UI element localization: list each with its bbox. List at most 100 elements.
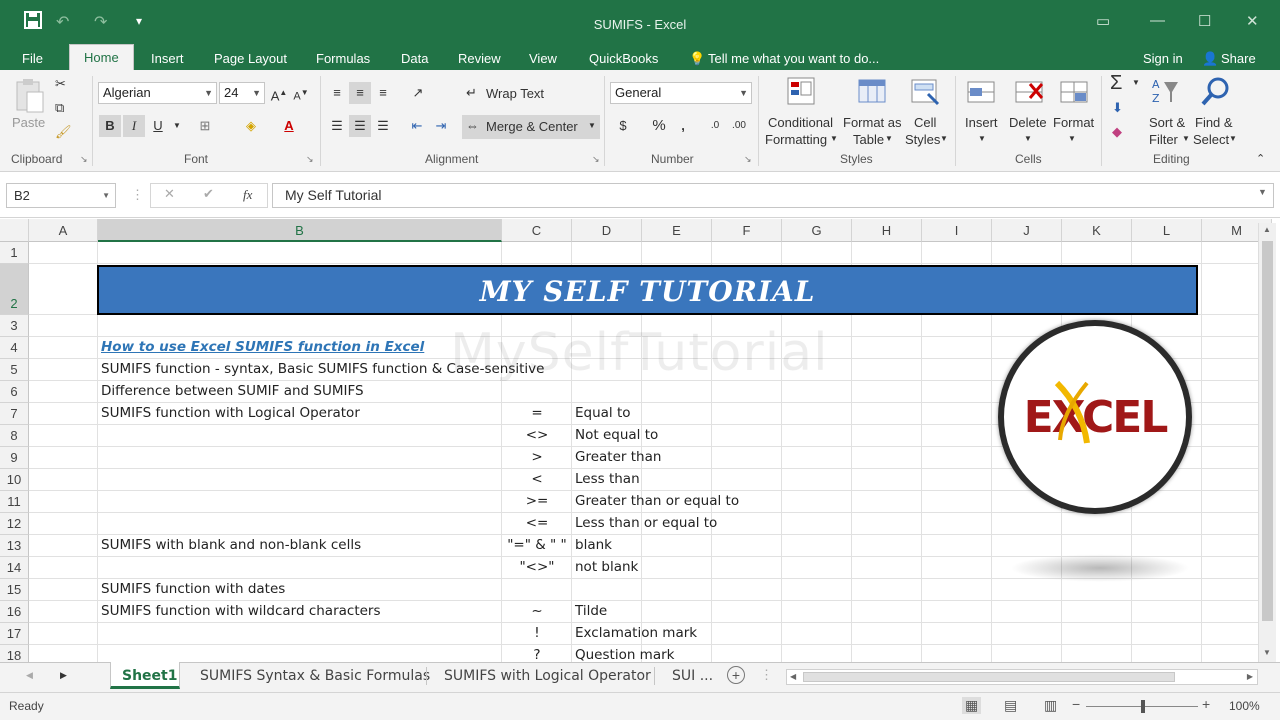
align-center-icon[interactable]: ☰ [349,115,371,137]
cell-c14[interactable]: "<>" [502,559,572,575]
font-color-icon[interactable]: A [278,115,300,137]
sign-in-link[interactable]: Sign in [1143,48,1183,70]
cell-d16[interactable]: Tilde [575,603,607,619]
tab-quickbooks[interactable]: QuickBooks [589,48,658,70]
row-header-13[interactable]: 13 [0,535,29,557]
tab-formulas[interactable]: Formulas [316,48,370,70]
copy-icon[interactable]: ⧉ [55,100,64,116]
tab-file[interactable]: File [22,48,43,70]
cancel-icon[interactable]: ✕ [164,186,175,202]
row-header-16[interactable]: 16 [0,601,29,623]
conditional-formatting-label-2[interactable]: Formatting [765,132,827,147]
autosum-icon[interactable]: Σ [1110,72,1122,95]
tab-logical-operator[interactable]: SUMIFS with Logical Operator [444,663,651,689]
close-icon[interactable]: ✕ [1246,12,1259,30]
align-bottom-icon[interactable]: ≡ [372,82,394,104]
cell-c17[interactable]: ! [502,625,572,641]
row-header-8[interactable]: 8 [0,425,29,447]
ribbon-display-icon[interactable]: ▭ [1096,12,1110,30]
column-header-h[interactable]: H [852,219,922,242]
fill-color-icon[interactable]: ◈ [240,115,262,137]
cell-c10[interactable]: < [502,471,572,487]
banner-title[interactable]: MY SELF TUTORIAL [97,265,1198,315]
number-format-select[interactable]: General ▼ [610,82,752,104]
cell-b13[interactable]: SUMIFS with blank and non-blank cells [101,537,361,553]
font-launcher-icon[interactable]: ↘ [306,154,314,165]
number-launcher-icon[interactable]: ↘ [744,154,752,165]
column-header-f[interactable]: F [712,219,782,242]
shrink-font-icon[interactable]: A▼ [290,82,312,104]
prev-sheet-icon[interactable]: ◀ [26,670,33,681]
cell-c18[interactable]: ? [502,647,572,662]
column-header-k[interactable]: K [1062,219,1132,242]
scroll-down-icon[interactable]: ▼ [1263,648,1271,657]
tab-data[interactable]: Data [401,48,428,70]
cell-styles-label[interactable]: Cell [914,115,936,130]
cell-c7[interactable]: = [502,405,572,421]
cell-d9[interactable]: Greater than [575,449,661,465]
cell-b6[interactable]: Difference between SUMIF and SUMIFS [101,383,364,399]
currency-button[interactable]: $ [612,115,634,137]
horizontal-scrollbar[interactable]: ◀ ▶ [786,669,1258,685]
cell-c9[interactable]: > [502,449,572,465]
align-left-icon[interactable]: ☰ [326,115,348,137]
next-sheet-icon[interactable]: ▶ [60,670,67,681]
clipboard-launcher-icon[interactable]: ↘ [80,154,88,165]
cell-c11[interactable]: >= [502,493,572,509]
cell-styles-label-2[interactable]: Styles [905,132,940,147]
select-all-corner[interactable] [0,219,29,242]
cell-b15[interactable]: SUMIFS function with dates [101,581,285,597]
tab-home[interactable]: Home [69,44,134,70]
format-as-table-label[interactable]: Format as [843,115,902,130]
row-header-10[interactable]: 10 [0,469,29,491]
bold-button[interactable]: B [99,115,121,137]
column-header-i[interactable]: I [922,219,992,242]
scroll-thumb[interactable] [1262,241,1273,621]
sort-filter-label-2[interactable]: Filter [1149,132,1178,147]
font-name-select[interactable]: Algerian ▼ [98,82,217,104]
add-sheet-icon[interactable]: + [727,666,745,684]
cell-d17[interactable]: Exclamation mark [575,625,697,641]
zoom-in-icon[interactable]: + [1202,696,1210,712]
decrease-decimal-icon[interactable]: .00 [728,115,750,137]
format-cells-button[interactable]: Format [1053,115,1094,130]
column-header-e[interactable]: E [642,219,712,242]
cell-c8[interactable]: <> [502,427,572,443]
cell-d11[interactable]: Greater than or equal to [575,493,739,509]
row-header-1[interactable]: 1 [0,242,29,264]
cell-b16[interactable]: SUMIFS function with wildcard characters [101,603,381,619]
orientation-icon[interactable]: ↗ [407,82,429,104]
scroll-thumb[interactable] [803,672,1175,682]
cell-b7[interactable]: SUMIFS function with Logical Operator [101,405,360,421]
cell-d14[interactable]: not blank [575,559,638,575]
expand-formula-icon[interactable]: ▼ [1258,187,1267,197]
zoom-level[interactable]: 100% [1229,699,1260,713]
row-header-7[interactable]: 7 [0,403,29,425]
tutorial-link[interactable]: How to use Excel SUMIFS function in Exce… [101,339,424,355]
comma-button[interactable]: , [672,115,694,137]
share-button[interactable]: Share [1221,48,1256,70]
format-as-table-label-2[interactable]: Table [853,132,884,147]
row-header-4[interactable]: 4 [0,337,29,359]
alignment-launcher-icon[interactable]: ↘ [592,154,600,165]
column-header-l[interactable]: L [1132,219,1202,242]
column-header-g[interactable]: G [782,219,852,242]
vertical-scrollbar[interactable]: ▲ ▼ [1258,223,1276,662]
row-header-2[interactable]: 2 [0,264,29,315]
increase-decimal-icon[interactable]: .0 [704,115,726,137]
row-header-15[interactable]: 15 [0,579,29,601]
sort-filter-label[interactable]: Sort & [1149,115,1185,130]
row-header-11[interactable]: 11 [0,491,29,513]
find-select-label-2[interactable]: Select [1193,132,1229,147]
row-header-14[interactable]: 14 [0,557,29,579]
cell-d13[interactable]: blank [575,537,612,553]
row-header-6[interactable]: 6 [0,381,29,403]
conditional-formatting-label[interactable]: Conditional [768,115,833,130]
row-header-3[interactable]: 3 [0,315,29,337]
column-header-j[interactable]: J [992,219,1062,242]
name-box[interactable]: B2 ▼ [6,183,116,208]
normal-view-icon[interactable]: ▦ [962,697,982,714]
italic-button[interactable]: I [123,115,145,137]
format-painter-icon[interactable]: 🖌 [55,124,72,140]
chevron-down-icon[interactable]: ▼ [166,115,188,137]
